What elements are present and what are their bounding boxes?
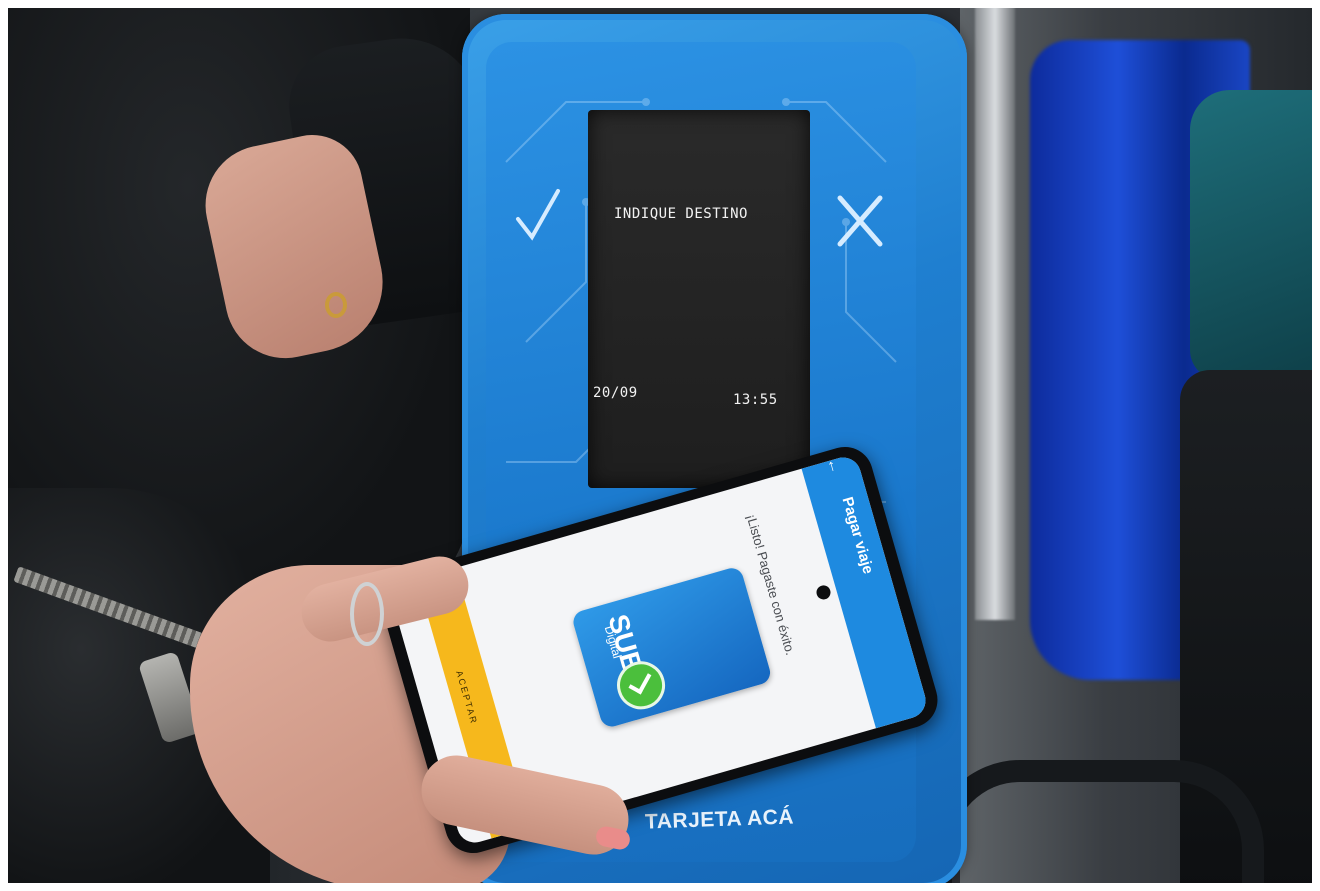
camera-notch [814, 583, 833, 602]
silver-ring [350, 582, 384, 646]
bus-pole [975, 0, 1015, 620]
seat-handrail [930, 760, 1264, 891]
check-icon [516, 189, 560, 241]
display-date: 20/09 [593, 385, 638, 401]
display-prompt: INDIQUE DESTINO [614, 206, 748, 222]
back-arrow-icon[interactable]: ← [822, 456, 844, 476]
validator-display [588, 110, 810, 488]
display-time: 13:55 [733, 392, 778, 408]
photo-scene: INDIQUE DESTINO 20/09 13:55 TARJETA ACÁ … [0, 0, 1320, 891]
sube-card: SUBE Digital [570, 565, 773, 730]
cross-icon [837, 195, 883, 247]
app-title: Pagar viaje [838, 495, 877, 576]
bus-seat-back [1190, 90, 1320, 380]
gold-ring [325, 292, 347, 318]
